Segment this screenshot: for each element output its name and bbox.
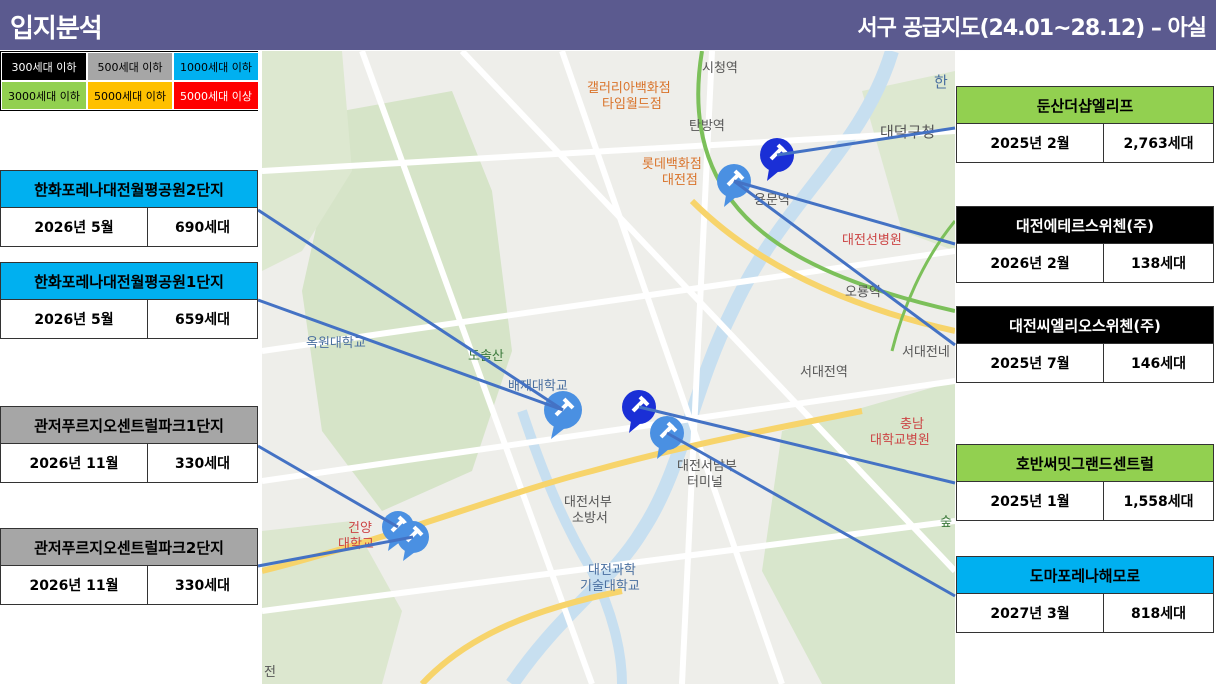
map-area[interactable]: 시청역 갤러리아백화점 타임월드점 탄방역 롯데백화점 대전점 용문역 대덕구청… [262,51,955,684]
project-name: 대전에테르스위첸(주) [956,206,1214,244]
project-date: 2025년 1월 [957,482,1104,520]
map-label-seon-hospital: 대전선병원 [842,233,902,248]
project-units: 330세대 [175,578,230,594]
page-subtitle: 서구 공급지도(24.01~28.12) – 아실 [857,16,1207,41]
page-title: 입지분석 [10,14,103,44]
map-label-okwon: 옥원대학교 [306,336,366,351]
map-label-han: 한 [934,73,948,91]
project-name: 호반써밋그랜드센트럴 [956,444,1214,482]
legend-item-500: 500세대 이하 [87,52,173,81]
map-label-timeworld: 타임월드점 [602,97,662,112]
project-date: 2026년 11월 [1,566,148,604]
legend-item-3000: 3000세대 이하 [1,81,87,110]
map-label-yongmun: 용문역 [754,193,790,208]
project-box-ether: 대전에테르스위첸(주) 2026년 2월 138세대 [956,206,1214,283]
project-box-celios: 대전씨엘리오스위첸(주) 2025년 7월 146세대 [956,306,1214,383]
project-box-hoban: 호반써밋그랜드센트럴 2025년 1월 1,558세대 [956,444,1214,521]
project-date: 2026년 2월 [957,244,1104,282]
project-date: 2026년 11월 [1,444,148,482]
project-date: 2025년 2월 [957,124,1104,162]
map-label-seodaejeon: 서대전역 [800,365,848,380]
map-label-tanbang: 탄방역 [689,119,725,134]
project-name: 한화포레나대전월평공원1단지 [0,262,258,300]
map-label-dosolsan: 도솔산 [468,349,504,364]
map-label-science-univ: 기술대학교 [580,579,640,594]
project-name: 한화포레나대전월평공원2단지 [0,170,258,208]
map-label-sicheong: 시청역 [702,61,738,76]
legend-item-5000-under: 5000세대 이하 [87,81,173,110]
project-date: 2026년 5월 [1,300,148,338]
map-label-daedeok: 대덕구청 [880,123,936,141]
project-box-wolpyeong-2: 한화포레나대전월평공원2단지 2026년 5월 690세대 [0,170,258,247]
header-bar: 입지분석 서구 공급지도(24.01~28.12) – 아실 [0,0,1216,50]
map-label-fire-station: 소방서 [572,511,608,526]
project-box-dunsan: 둔산더샵엘리프 2025년 2월 2,763세대 [956,86,1214,163]
project-units: 2,763세대 [1123,136,1194,152]
project-box-wolpyeong-1: 한화포레나대전월평공원1단지 2026년 5월 659세대 [0,262,258,339]
project-date: 2027년 3월 [957,594,1104,632]
project-name: 관저푸르지오센트럴파크2단지 [0,528,258,566]
project-units: 138세대 [1131,256,1186,272]
project-units: 1,558세대 [1123,494,1194,510]
project-box-gwanjeo-1: 관저푸르지오센트럴파크1단지 2026년 11월 330세대 [0,406,258,483]
project-box-gwanjeo-2: 관저푸르지오센트럴파크2단지 2026년 11월 330세대 [0,528,258,605]
project-units: 818세대 [1131,606,1186,622]
map-label-seodaejeon-ne: 서대전네 [902,345,950,360]
wolpyeong-pin-icon[interactable] [544,391,582,439]
map-label-univ-hospital: 대학교병원 [870,433,930,448]
project-name: 도마포레나해모로 [956,556,1214,594]
project-units: 146세대 [1131,356,1186,372]
map-label-oryong: 오룡역 [845,285,881,300]
project-name: 대전씨엘리오스위첸(주) [956,306,1214,344]
project-name: 관저푸르지오센트럴파크1단지 [0,406,258,444]
map-label-lotte-daejeon: 대전점 [662,173,698,188]
map-label-paichai: 배재대학교 [508,379,568,394]
project-units: 330세대 [175,456,230,472]
legend: 300세대 이하 500세대 이하 1000세대 이하 3000세대 이하 50… [0,51,259,111]
project-units: 690세대 [175,220,230,236]
project-box-doma: 도마포레나해모로 2027년 3월 818세대 [956,556,1214,633]
map-label-konyang-univ: 대학교 [338,537,374,552]
gwanjeo-pin-2-icon[interactable] [397,521,429,561]
dunsan-pin-icon[interactable] [760,138,794,181]
map-label-terminal: 터미널 [687,475,723,490]
project-date: 2026년 5월 [1,208,148,246]
project-units: 659세대 [175,312,230,328]
legend-item-1000: 1000세대 이하 [173,52,259,81]
project-date: 2025년 7월 [957,344,1104,382]
project-name: 둔산더샵엘리프 [956,86,1214,124]
map-label-jeon: 전 [264,665,276,680]
legend-item-5000-over: 5000세대 이상 [173,81,259,110]
map-label-forest: 숲 [940,515,952,530]
legend-item-300: 300세대 이하 [1,52,87,81]
